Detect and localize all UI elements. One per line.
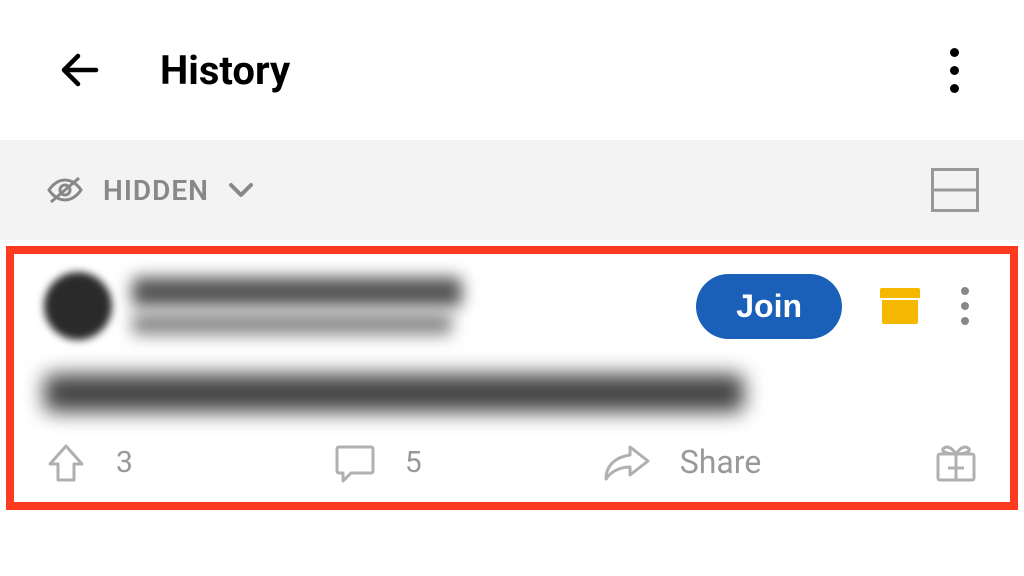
overflow-menu-button[interactable] bbox=[934, 48, 974, 93]
back-button[interactable] bbox=[50, 40, 110, 100]
avatar[interactable] bbox=[44, 272, 112, 340]
comment-icon bbox=[333, 441, 377, 483]
chevron-down-icon bbox=[227, 181, 255, 199]
post-overflow-menu[interactable] bbox=[950, 287, 980, 325]
upvote-icon bbox=[44, 440, 88, 484]
dot-icon bbox=[961, 287, 969, 295]
header-bar: History bbox=[0, 0, 1024, 140]
post-card: Join 3 5 Share bbox=[6, 246, 1018, 510]
dot-icon bbox=[950, 84, 959, 93]
archive-icon[interactable] bbox=[882, 288, 918, 324]
view-toggle-button[interactable] bbox=[931, 168, 979, 212]
dot-icon bbox=[961, 302, 969, 310]
dot-icon bbox=[950, 48, 959, 57]
post-title[interactable] bbox=[44, 374, 744, 412]
filter-label: HIDDEN bbox=[103, 174, 209, 207]
poster-info[interactable] bbox=[132, 277, 462, 335]
comment-button[interactable]: 5 bbox=[333, 441, 422, 483]
page-title: History bbox=[160, 47, 290, 94]
share-label: Share bbox=[680, 443, 762, 481]
post-actions: 3 5 Share bbox=[44, 412, 980, 502]
filter-dropdown[interactable]: HIDDEN bbox=[45, 172, 255, 208]
community-name bbox=[132, 277, 462, 307]
dot-icon bbox=[950, 66, 959, 75]
share-icon bbox=[602, 441, 652, 483]
filter-bar: HIDDEN bbox=[0, 140, 1024, 240]
join-button[interactable]: Join bbox=[696, 274, 842, 339]
upvote-count: 3 bbox=[116, 445, 133, 480]
poster-meta bbox=[132, 313, 452, 335]
share-button[interactable]: Share bbox=[602, 441, 762, 483]
comment-count: 5 bbox=[405, 445, 422, 480]
award-button[interactable] bbox=[932, 440, 980, 484]
upvote-button[interactable]: 3 bbox=[44, 440, 133, 484]
post-header: Join bbox=[44, 272, 980, 340]
back-arrow-icon bbox=[54, 44, 106, 96]
dot-icon bbox=[961, 317, 969, 325]
hidden-icon bbox=[45, 172, 85, 208]
gift-icon bbox=[932, 440, 980, 484]
